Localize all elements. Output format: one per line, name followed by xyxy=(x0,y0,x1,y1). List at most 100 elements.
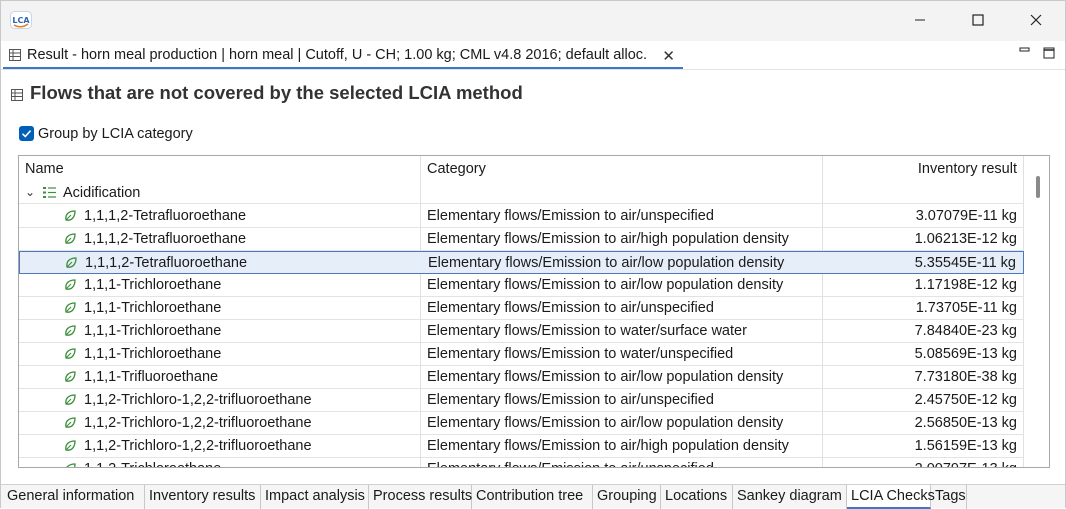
inventory-result-cell: 5.35545E-11 kg xyxy=(914,255,1016,271)
close-button[interactable] xyxy=(1007,1,1065,39)
editor-tab-result[interactable]: Result - horn meal production | horn mea… xyxy=(3,43,683,69)
group-label: Acidification xyxy=(63,185,141,201)
column-header-category[interactable]: Category xyxy=(427,156,486,182)
flow-leaf-icon xyxy=(66,463,76,467)
inventory-result-cell: 2.56850E-13 kg xyxy=(914,415,1017,431)
flow-name-cell: 1,1,1,2-Tetrafluoroethane xyxy=(84,208,247,224)
flow-category-cell: Elementary flows/Emission to air/low pop… xyxy=(427,369,784,385)
flow-leaf-icon xyxy=(65,371,76,382)
flow-category-cell: Elementary flows/Emission to water/surfa… xyxy=(427,323,747,339)
group-by-category-label[interactable]: Group by LCIA category xyxy=(38,126,193,142)
table-row[interactable]: 1,1,2-Trichloroethane Elementary flows/Em… xyxy=(19,458,1024,467)
page-tab[interactable]: LCIA Checks xyxy=(847,485,935,509)
page-tab[interactable]: Locations xyxy=(661,485,733,509)
flow-leaf-icon xyxy=(65,440,76,451)
flow-name-cell: 1,1,2-Trichloroethane xyxy=(84,458,221,467)
flow-leaf-icon xyxy=(65,348,76,359)
view-maximize-icon[interactable] xyxy=(1043,47,1055,59)
column-header-name[interactable]: Name xyxy=(25,156,64,182)
inventory-result-cell: 1.17198E-12 kg xyxy=(914,277,1017,293)
page-tab[interactable]: Inventory results xyxy=(145,485,261,509)
flow-category-cell: Elementary flows/Emission to air/high po… xyxy=(427,438,789,454)
editor-tab-title: Result - horn meal production | horn mea… xyxy=(27,47,648,63)
flow-category-cell: Elementary flows/Emission to air/unspeci… xyxy=(427,300,714,316)
page-tab[interactable]: Impact analysis xyxy=(261,485,369,509)
flow-name-cell: 1,1,1-Trichloroethane xyxy=(84,300,222,316)
editor-page-tabs: General information Inventory results Impa… xyxy=(1,484,1065,509)
table-row[interactable]: 1,1,1,2-Tetrafluoroethane Elementary flow… xyxy=(19,251,1024,274)
maximize-button[interactable] xyxy=(949,1,1007,39)
flow-leaf-icon xyxy=(65,302,76,313)
vertical-scrollbar[interactable] xyxy=(1027,156,1049,467)
category-list-icon xyxy=(43,187,56,198)
editor-tab-bar: Result - horn meal production | horn mea… xyxy=(1,41,1065,69)
lcia-checks-page: Flows that are not covered by the select… xyxy=(1,69,1065,483)
inventory-result-cell: 3.07079E-11 kg xyxy=(915,208,1017,224)
table-row[interactable]: 1,1,1-Trichloroethane Elementary flows/Em… xyxy=(19,343,1024,366)
flow-leaf-icon xyxy=(65,279,76,290)
table-row[interactable]: 1,1,1,2-Tetrafluoroethane Elementary flow… xyxy=(19,228,1024,251)
flow-name-cell: 1,1,1-Trichloroethane xyxy=(84,323,222,339)
table-row[interactable]: 1,1,2-Trichloro-1,2,2-trifluoroethane Ele… xyxy=(19,435,1024,458)
flow-leaf-icon xyxy=(66,257,77,268)
flow-leaf-icon xyxy=(65,417,76,428)
table-row[interactable]: 1,1,2-Trichloro-1,2,2-trifluoroethane Ele… xyxy=(19,389,1024,412)
column-header-inventory-result[interactable]: Inventory result xyxy=(918,156,1017,182)
inventory-result-cell: 1.56159E-13 kg xyxy=(914,438,1017,454)
flow-leaf-icon xyxy=(65,325,76,336)
tab-close-icon[interactable]: ✕ xyxy=(662,47,675,65)
page-tab[interactable]: Tags xyxy=(931,485,967,509)
inventory-result-cell: 7.73180E-38 kg xyxy=(914,369,1017,385)
group-row-acidification[interactable]: ⌄ Acidification xyxy=(19,182,1024,204)
scrollbar-thumb[interactable] xyxy=(1036,176,1040,198)
flow-category-cell: Elementary flows/Emission to water/unspe… xyxy=(427,346,734,362)
flow-name-cell: 1,1,2-Trichloro-1,2,2-trifluoroethane xyxy=(84,438,312,454)
inventory-result-cell: 5.08569E-13 kg xyxy=(914,346,1017,362)
title-bar: LCA xyxy=(1,1,1065,41)
flow-category-cell: Elementary flows/Emission to air/unspeci… xyxy=(427,208,714,224)
page-tab[interactable]: Grouping xyxy=(593,485,661,509)
flow-name-cell: 1,1,1,2-Tetrafluoroethane xyxy=(85,255,248,271)
flow-name-cell: 1,1,1-Trichloroethane xyxy=(84,277,222,293)
inventory-result-cell: 7.84840E-23 kg xyxy=(914,323,1017,339)
minimize-icon xyxy=(915,19,925,21)
table-row[interactable]: 1,1,1-Trichloroethane Elementary flows/Em… xyxy=(19,320,1024,343)
table-row[interactable]: 1,1,1-Trichloroethane Elementary flows/Em… xyxy=(19,297,1024,320)
flow-category-cell: Elementary flows/Emission to air/low pop… xyxy=(427,277,784,293)
inventory-result-cell: 1.06213E-12 kg xyxy=(914,231,1017,247)
group-by-category-checkbox[interactable] xyxy=(19,126,34,141)
inventory-result-cell: 2.45750E-12 kg xyxy=(914,392,1017,408)
flow-name-cell: 1,1,2-Trichloro-1,2,2-trifluoroethane xyxy=(84,415,312,431)
table-header: Name Category Inventory result xyxy=(19,156,1024,182)
chevron-down-icon[interactable]: ⌄ xyxy=(25,185,35,199)
table-row[interactable]: 1,1,1,2-Tetrafluoroethane Elementary flow… xyxy=(19,205,1024,228)
app-logo-icon: LCA xyxy=(10,11,32,29)
flow-category-cell: Elementary flows/Emission to air/unspeci… xyxy=(427,392,714,408)
table-icon xyxy=(9,49,21,61)
flow-name-cell: 1,1,1-Trifluoroethane xyxy=(84,369,219,385)
inventory-result-cell: 1.73705E-11 kg xyxy=(915,300,1017,316)
table-row[interactable]: 1,1,1-Trichloroethane Elementary flows/Em… xyxy=(19,274,1024,297)
flow-category-cell: Elementary flows/Emission to air/low pop… xyxy=(428,255,785,271)
flow-leaf-icon xyxy=(65,233,76,244)
page-tab[interactable]: General information xyxy=(3,485,145,509)
app-window: LCA Result - horn meal production | horn… xyxy=(0,0,1066,509)
flow-name-cell: 1,1,1-Trichloroethane xyxy=(84,346,222,362)
minimize-button[interactable] xyxy=(891,1,949,39)
maximize-icon xyxy=(972,14,984,26)
page-tab[interactable]: Contribution tree xyxy=(472,485,593,509)
flow-leaf-icon xyxy=(65,394,76,405)
table-row[interactable]: 1,1,1-Trifluoroethane Elementary flows/Em… xyxy=(19,366,1024,389)
view-minimize-icon[interactable] xyxy=(1019,46,1031,56)
flow-category-cell: Elementary flows/Emission to air/unspeci… xyxy=(427,458,714,467)
page-title: Flows that are not covered by the select… xyxy=(30,82,523,103)
checkmark-icon xyxy=(21,130,32,138)
page-tab[interactable]: Process results xyxy=(369,485,472,509)
flow-name-cell: 1,1,2-Trichloro-1,2,2-trifluoroethane xyxy=(84,392,312,408)
flow-category-cell: Elementary flows/Emission to air/high po… xyxy=(427,231,789,247)
uncovered-flows-table: Name Category Inventory result ⌄ Acidifi… xyxy=(18,155,1050,468)
inventory-result-cell: 2.00797E-13 kg xyxy=(915,458,1017,467)
table-row[interactable]: 1,1,2-Trichloro-1,2,2-trifluoroethane Ele… xyxy=(19,412,1024,435)
table-icon xyxy=(11,89,23,101)
page-tab[interactable]: Sankey diagram xyxy=(733,485,847,509)
